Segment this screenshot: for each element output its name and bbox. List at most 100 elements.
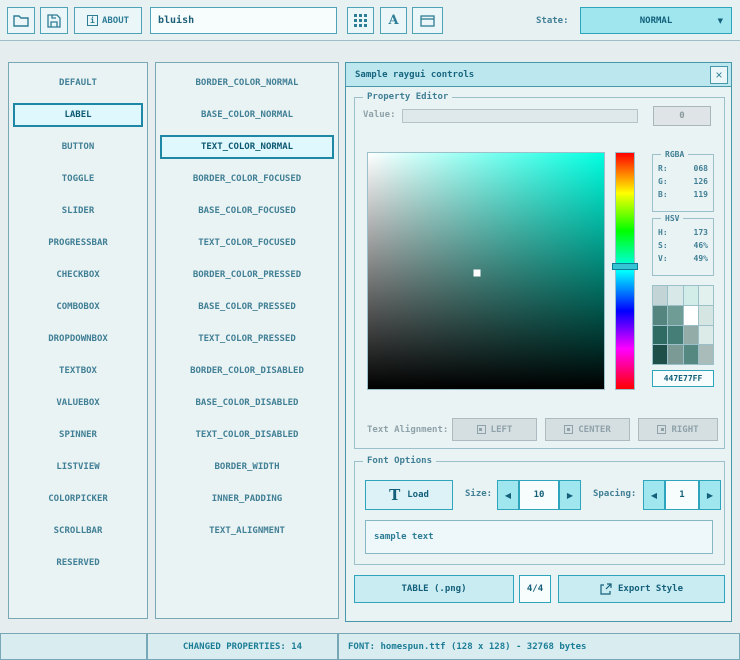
align-left-icon: [477, 425, 486, 434]
arrow-left-icon: ◀: [651, 491, 657, 500]
palette-swatch[interactable]: [684, 306, 698, 325]
hue-bar[interactable]: [615, 152, 635, 390]
palette-swatch[interactable]: [653, 345, 667, 364]
property-editor-group-label: Property Editor: [363, 92, 452, 103]
open-file-button[interactable]: [7, 7, 35, 34]
spacing-increment-button[interactable]: ▶: [699, 480, 721, 510]
list-item[interactable]: LABEL: [13, 103, 143, 127]
palette-swatch[interactable]: [684, 286, 698, 305]
rgba-label: RGBA: [661, 149, 688, 160]
align-left-button[interactable]: LEFT: [452, 418, 537, 441]
export-style-button[interactable]: Export Style: [558, 575, 725, 603]
window-toggle-button[interactable]: [412, 7, 443, 34]
palette-swatch[interactable]: [668, 286, 682, 305]
list-item[interactable]: SPINNER: [13, 423, 143, 447]
list-item[interactable]: BASE_COLOR_PRESSED: [160, 295, 334, 319]
spacing-value-box[interactable]: 1: [665, 480, 699, 510]
window-close-button[interactable]: ×: [710, 66, 728, 84]
save-file-button[interactable]: [40, 7, 68, 34]
chevron-down-icon: ▼: [718, 17, 723, 25]
rgba-g-value: 126: [694, 175, 708, 188]
list-item[interactable]: TEXT_COLOR_FOCUSED: [160, 231, 334, 255]
list-item[interactable]: BASE_COLOR_FOCUSED: [160, 199, 334, 223]
palette-swatch[interactable]: [668, 306, 682, 325]
hsv-row-h: H: 173: [653, 226, 713, 239]
export-icon: [600, 583, 612, 595]
palette-swatch[interactable]: [653, 306, 667, 325]
list-item[interactable]: VALUEBOX: [13, 391, 143, 415]
list-item[interactable]: INNER_PADDING: [160, 487, 334, 511]
palette-swatch[interactable]: [699, 306, 713, 325]
palette-swatch[interactable]: [684, 326, 698, 345]
export-style-label: Export Style: [618, 584, 683, 594]
align-right-label: RIGHT: [671, 425, 698, 435]
property-editor-group: Property Editor Value: 0 RGBA R: 068 G: …: [354, 97, 725, 449]
rguistyler-app: i ABOUT A State: NORMAL ▼ DEFAULT LABEL …: [0, 0, 740, 660]
list-item[interactable]: TEXT_COLOR_PRESSED: [160, 327, 334, 351]
list-item[interactable]: CHECKBOX: [13, 263, 143, 287]
color-saturation-value-picker[interactable]: [367, 152, 605, 390]
table-png-button[interactable]: TABLE (.png): [354, 575, 514, 603]
hsv-s-key: S:: [658, 239, 668, 252]
font-button[interactable]: A: [380, 7, 407, 34]
hex-value-box[interactable]: 447E77FF: [652, 370, 714, 387]
palette-swatch[interactable]: [653, 286, 667, 305]
list-item[interactable]: COLORPICKER: [13, 487, 143, 511]
list-item[interactable]: SLIDER: [13, 199, 143, 223]
palette-swatch[interactable]: [699, 286, 713, 305]
list-item[interactable]: TOGGLE: [13, 167, 143, 191]
list-item[interactable]: BASE_COLOR_DISABLED: [160, 391, 334, 415]
align-right-button[interactable]: RIGHT: [638, 418, 718, 441]
palette-swatch[interactable]: [699, 345, 713, 364]
list-item[interactable]: TEXTBOX: [13, 359, 143, 383]
arrow-left-icon: ◀: [505, 491, 511, 500]
hsv-h-value: 173: [694, 226, 708, 239]
list-item[interactable]: RESERVED: [13, 551, 143, 575]
list-item[interactable]: BASE_COLOR_NORMAL: [160, 103, 334, 127]
list-item[interactable]: BORDER_COLOR_PRESSED: [160, 263, 334, 287]
spacing-label: Spacing:: [593, 489, 636, 499]
list-item[interactable]: DEFAULT: [13, 71, 143, 95]
size-increment-button[interactable]: ▶: [559, 480, 581, 510]
list-item[interactable]: LISTVIEW: [13, 455, 143, 479]
list-item[interactable]: BORDER_COLOR_DISABLED: [160, 359, 334, 383]
hsv-h-key: H:: [658, 226, 668, 239]
window-titlebar[interactable]: Sample raygui controls: [346, 63, 731, 87]
pages-indicator: 4/4: [519, 575, 551, 603]
list-item[interactable]: DROPDOWNBOX: [13, 327, 143, 351]
arrow-right-icon: ▶: [567, 491, 573, 500]
spacing-decrement-button[interactable]: ◀: [643, 480, 665, 510]
list-item[interactable]: COMBOBOX: [13, 295, 143, 319]
list-item[interactable]: TEXT_ALIGNMENT: [160, 519, 334, 543]
hsv-row-v: V: 49%: [653, 252, 713, 265]
sample-text-box[interactable]: sample text: [365, 520, 713, 554]
align-center-button[interactable]: CENTER: [545, 418, 630, 441]
value-button[interactable]: 0: [653, 106, 711, 126]
hsv-v-key: V:: [658, 252, 668, 265]
list-item[interactable]: BORDER_COLOR_FOCUSED: [160, 167, 334, 191]
close-icon: ×: [716, 68, 723, 82]
color-picker-cursor[interactable]: [473, 270, 480, 277]
style-table-button[interactable]: [347, 7, 374, 34]
palette-swatch[interactable]: [699, 326, 713, 345]
list-item[interactable]: TEXT_COLOR_NORMAL: [160, 135, 334, 159]
hue-slider-handle[interactable]: [612, 263, 638, 270]
font-load-button[interactable]: T Load: [365, 480, 453, 510]
list-item[interactable]: BORDER_WIDTH: [160, 455, 334, 479]
palette-swatch[interactable]: [684, 345, 698, 364]
size-decrement-button[interactable]: ◀: [497, 480, 519, 510]
palette-swatch[interactable]: [653, 326, 667, 345]
list-item[interactable]: TEXT_COLOR_DISABLED: [160, 423, 334, 447]
list-item[interactable]: PROGRESSBAR: [13, 231, 143, 255]
size-value-box[interactable]: 10: [519, 480, 559, 510]
about-button[interactable]: i ABOUT: [74, 7, 142, 34]
value-slider[interactable]: [402, 109, 638, 123]
list-item[interactable]: BORDER_COLOR_NORMAL: [160, 71, 334, 95]
align-right-icon: [657, 425, 666, 434]
style-name-input[interactable]: [150, 7, 337, 34]
list-item[interactable]: BUTTON: [13, 135, 143, 159]
list-item[interactable]: SCROLLBAR: [13, 519, 143, 543]
state-dropdown[interactable]: NORMAL ▼: [580, 7, 732, 34]
palette-swatch[interactable]: [668, 326, 682, 345]
palette-swatch[interactable]: [668, 345, 682, 364]
